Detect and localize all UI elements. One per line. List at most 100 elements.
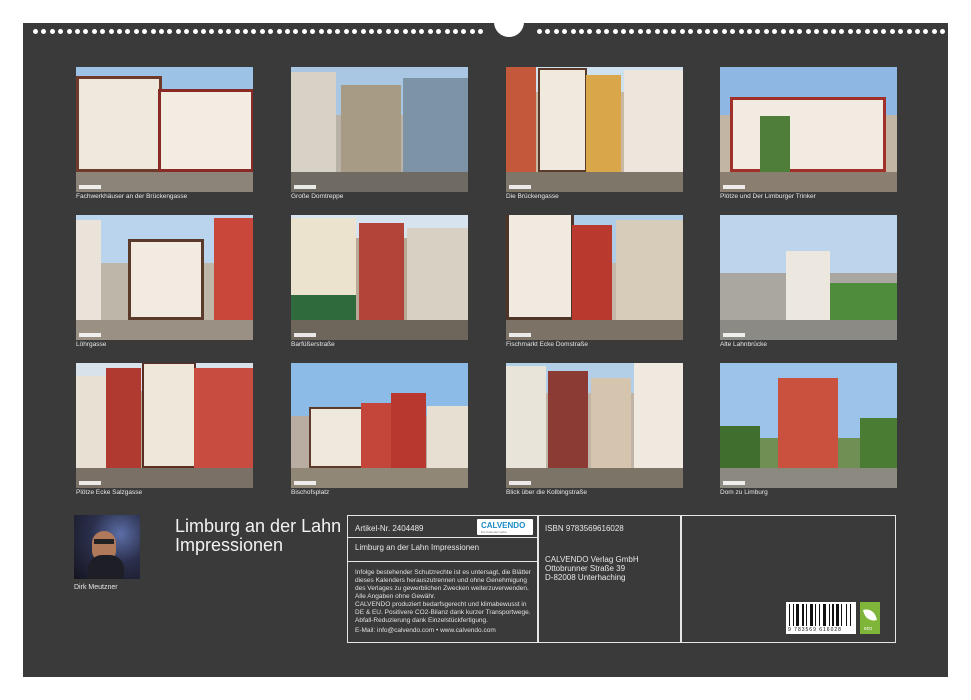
- barcode-bar: [836, 604, 840, 626]
- photo-thumbnail: [291, 363, 468, 488]
- binding-hole: [789, 29, 794, 34]
- binding-hole: [847, 29, 853, 34]
- photo-caption: Die Brückengasse: [506, 193, 559, 200]
- barcode-bar: [805, 604, 807, 626]
- binding-hole: [419, 29, 425, 34]
- binding-hole: [856, 29, 862, 34]
- photo-caption: Barfüßerstraße: [291, 341, 335, 348]
- binding-hole: [646, 29, 652, 34]
- photo-thumbnail: [720, 67, 897, 192]
- calvendo-logo: CALVENDO Die Kalendermarke: [477, 519, 533, 535]
- binding-hole: [108, 29, 114, 34]
- binding-hole: [705, 29, 710, 34]
- publisher-city: D-82008 Unterhaching: [545, 573, 626, 582]
- author-portrait: [74, 515, 140, 579]
- photo-caption: Dom zu Limburg: [720, 489, 768, 496]
- binding-hole: [923, 29, 929, 34]
- barcode-bar: [789, 604, 790, 626]
- binding-hole: [478, 29, 484, 34]
- binding-hole: [310, 29, 316, 34]
- binding-hole: [167, 29, 173, 34]
- binding-hole: [621, 29, 626, 34]
- publisher-info-box: Artikel-Nr. 2404489 CALVENDO Die Kalende…: [347, 515, 896, 643]
- barcode-bar: [845, 604, 847, 626]
- logo-text: CALVENDO: [481, 521, 526, 530]
- binding-hole: [411, 29, 416, 34]
- binding-hole: [301, 29, 307, 34]
- binding-hole: [142, 29, 148, 34]
- isbn: ISBN 9783569616028: [545, 524, 624, 533]
- binding-hole: [117, 29, 122, 34]
- binding-hole: [91, 29, 97, 34]
- binding-hole: [335, 29, 341, 34]
- binding-hole: [385, 29, 391, 34]
- binding-hole: [285, 29, 290, 34]
- binding-hole: [377, 29, 383, 34]
- binding-hole: [394, 29, 400, 34]
- binding-hole: [730, 29, 736, 34]
- binding-hole: [637, 29, 643, 34]
- binding-hole: [209, 29, 215, 34]
- binding-hole: [58, 29, 64, 34]
- barcode-bar: [849, 604, 851, 626]
- binding-hole: [738, 29, 744, 34]
- photo-thumbnail: [291, 67, 468, 192]
- photo-thumbnail: [76, 215, 253, 340]
- binding-hole: [33, 29, 38, 34]
- binding-hole: [327, 29, 332, 34]
- author-name: Dirk Meutzner: [74, 584, 118, 591]
- binding-hole: [133, 29, 139, 34]
- binding-hole: [259, 29, 265, 34]
- binding-hole: [49, 29, 55, 34]
- binding-hole: [831, 29, 836, 34]
- binding-hole: [839, 29, 845, 34]
- photo-caption: Blick über die Kolbingstraße: [506, 489, 587, 496]
- binding-hole: [553, 29, 559, 34]
- binding-hole: [696, 29, 702, 34]
- binding-hole: [873, 29, 878, 34]
- eco-notice: CALVENDO produziert bedarfsgerecht und k…: [355, 601, 531, 624]
- binding-hole: [931, 29, 937, 34]
- binding-hole: [805, 29, 811, 34]
- article-number: Artikel-Nr. 2404489: [355, 524, 424, 533]
- binding-hole: [469, 29, 475, 34]
- leaf-icon: [862, 606, 878, 624]
- barcode-bar: [810, 604, 813, 626]
- binding-hole: [772, 29, 778, 34]
- contact-line: E-Mail: info@calvendo.com • www.calvendo…: [355, 627, 496, 634]
- info-title: Limburg an der Lahn Impressionen: [355, 543, 480, 552]
- binding-hole: [663, 29, 668, 34]
- spiral-binding: [23, 19, 948, 39]
- binding-hole: [579, 29, 584, 34]
- binding-hole: [688, 29, 694, 34]
- binding-hole: [537, 29, 542, 34]
- binding-hole: [201, 29, 206, 34]
- binding-hole: [234, 29, 240, 34]
- binding-hole: [436, 29, 442, 34]
- binding-hole: [125, 29, 131, 34]
- barcode-bar: [815, 604, 817, 626]
- binding-hole: [629, 29, 635, 34]
- photo-caption: Löhrgasse: [76, 341, 107, 348]
- binding-hole: [721, 29, 727, 34]
- legal-notice: Infolge bestehender Schutzrechte ist es …: [355, 569, 531, 600]
- binding-hole: [226, 29, 232, 34]
- binding-hole: [755, 29, 761, 34]
- binding-hole: [276, 29, 282, 34]
- binding-hole: [587, 29, 593, 34]
- binding-hole: [747, 29, 752, 34]
- photo-thumbnail: [506, 363, 683, 488]
- binding-hole: [369, 29, 374, 34]
- publisher-name: CALVENDO Verlag GmbH: [545, 555, 639, 564]
- binding-hole: [612, 29, 618, 34]
- binding-hole: [83, 29, 89, 34]
- binding-hole: [570, 29, 576, 34]
- photo-thumbnail: [291, 215, 468, 340]
- binding-hole: [780, 29, 786, 34]
- binding-hole: [906, 29, 912, 34]
- hanger-notch: [494, 19, 524, 37]
- binding-hole: [881, 29, 887, 34]
- binding-hole: [41, 29, 47, 34]
- binding-hole: [293, 29, 299, 34]
- binding-hole: [562, 29, 568, 34]
